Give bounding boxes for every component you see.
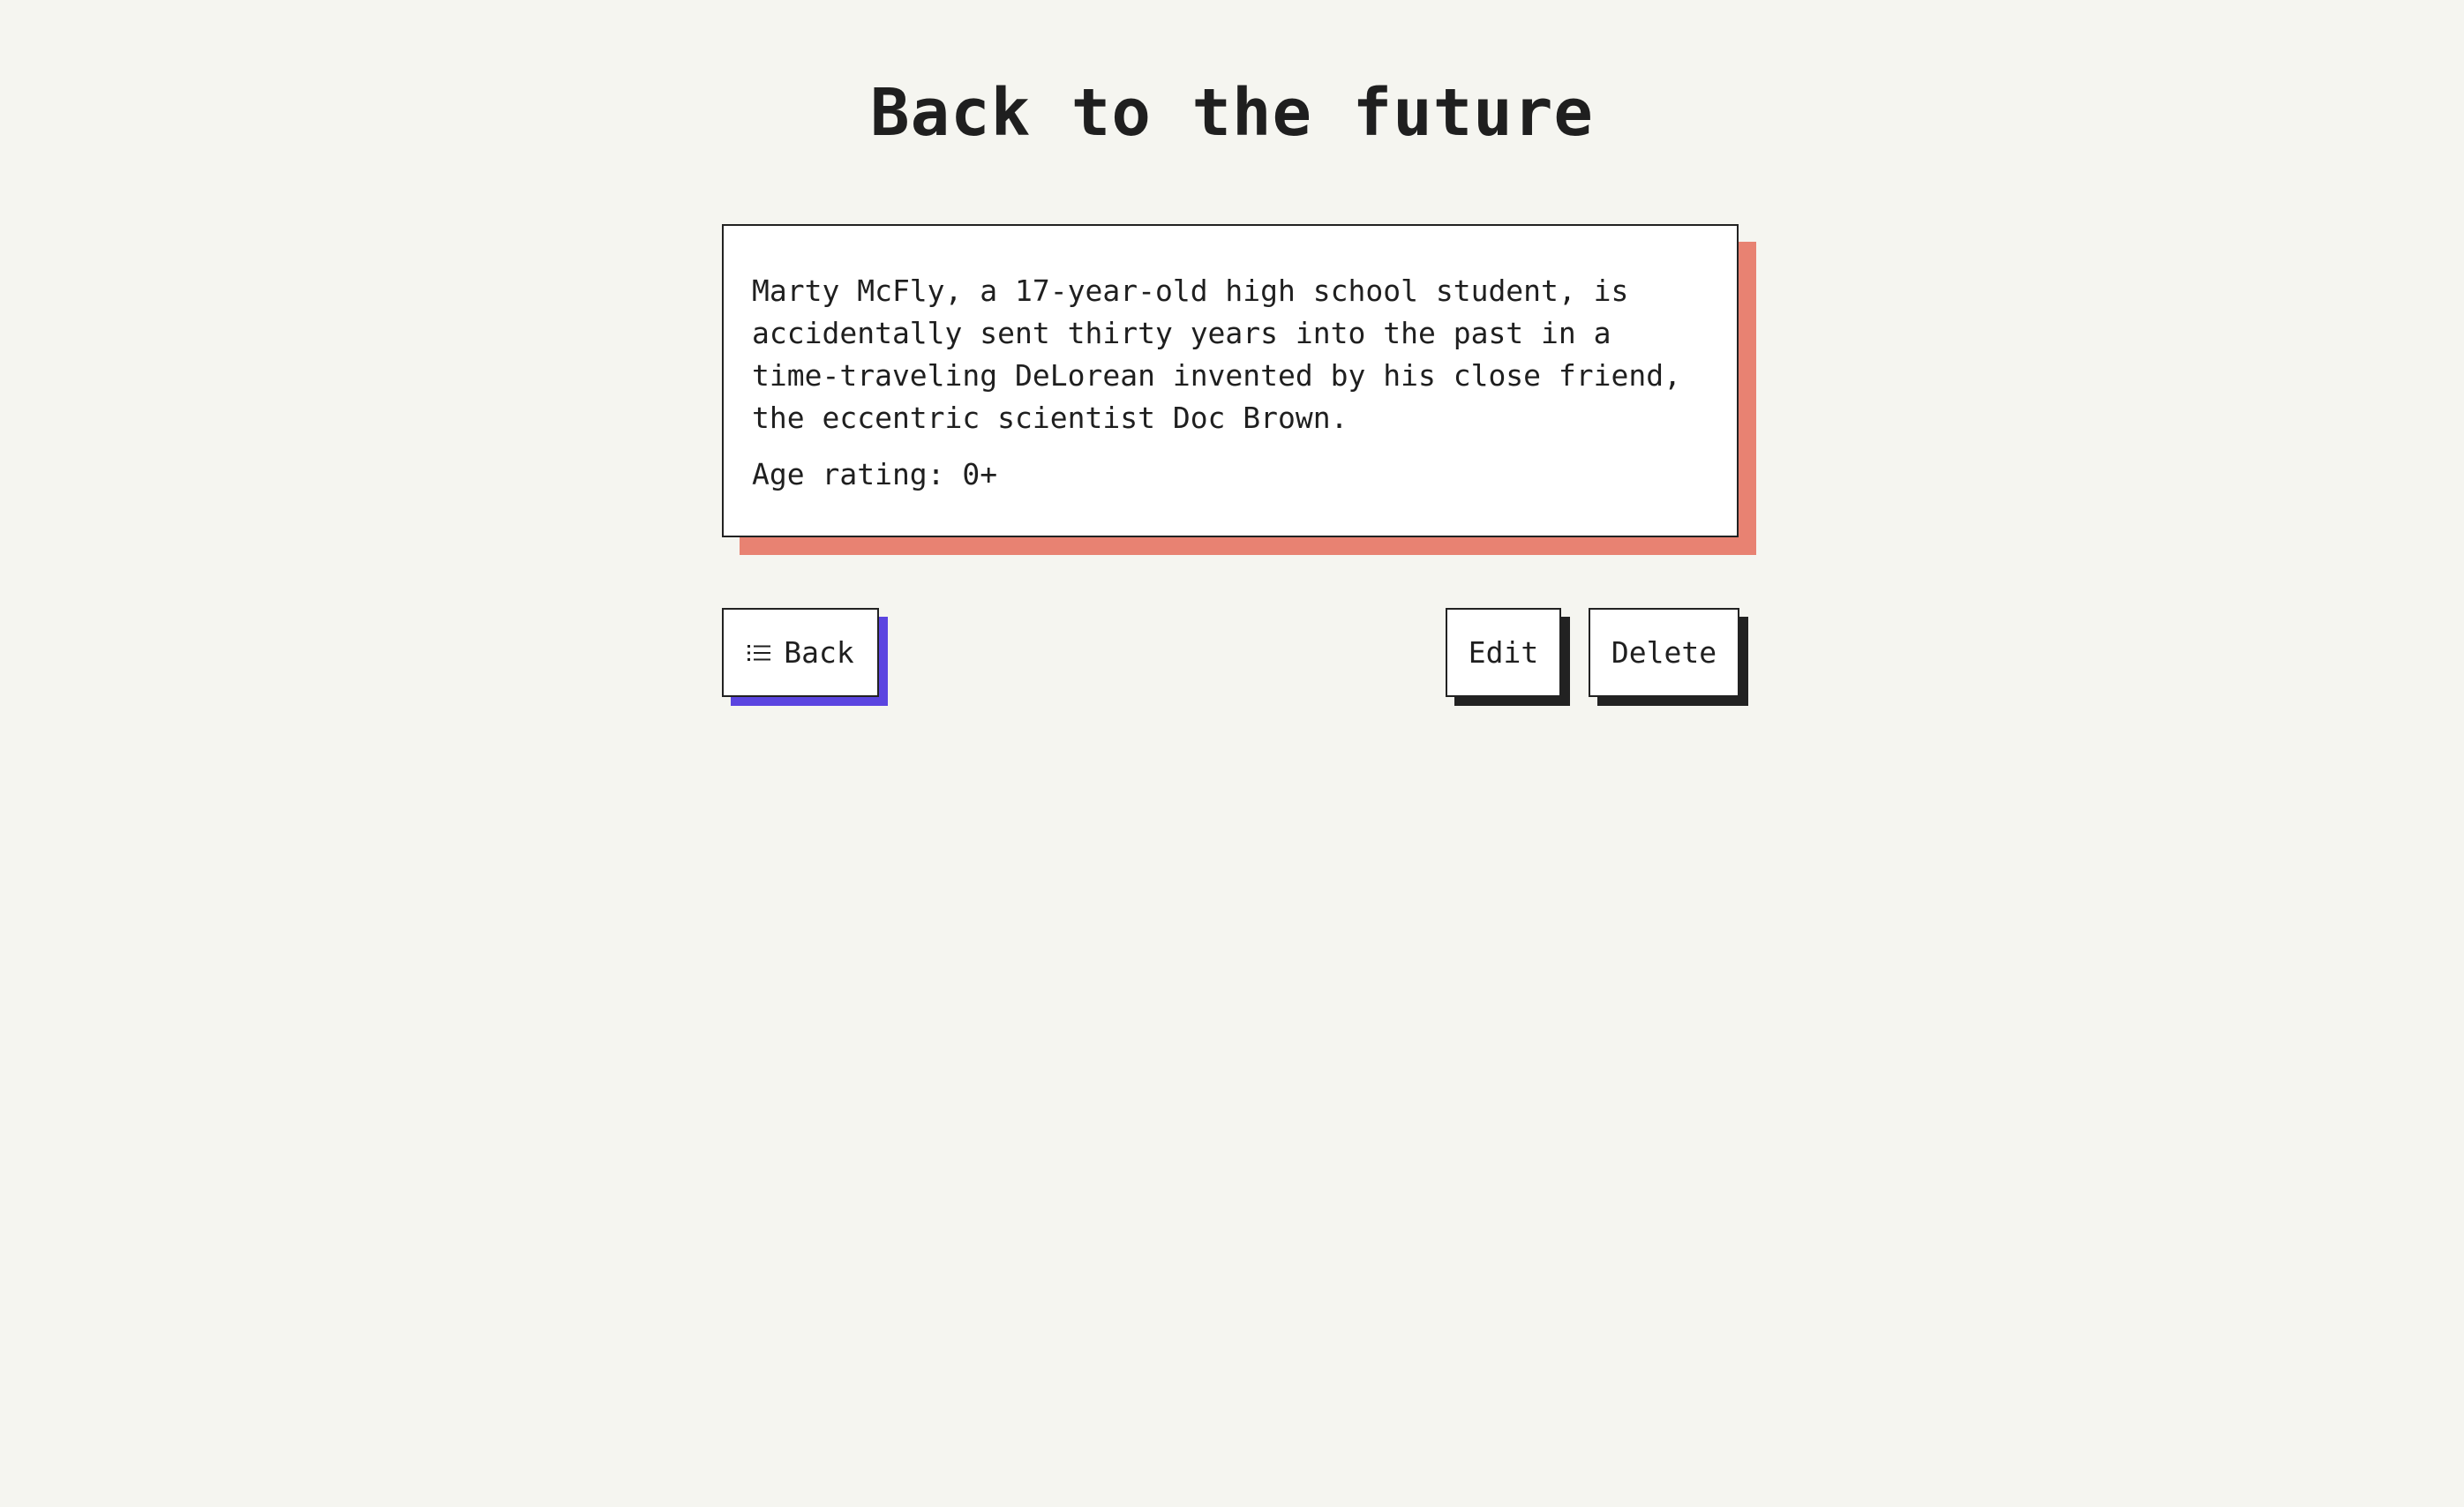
delete-button-wrap: Delete (1589, 608, 1748, 706)
page-title: Back to the future (870, 75, 1594, 151)
age-rating: Age rating: 0+ (752, 457, 998, 491)
movie-description: Marty McFly, a 17-year-old high school s… (752, 274, 1681, 435)
back-button-label: Back (784, 635, 854, 670)
list-icon (747, 642, 771, 664)
edit-button[interactable]: Edit (1446, 608, 1561, 697)
back-button-wrap: Back (722, 608, 888, 706)
back-button[interactable]: Back (722, 608, 879, 697)
delete-button[interactable]: Delete (1589, 608, 1739, 697)
card-body: Marty McFly, a 17-year-old high school s… (722, 224, 1739, 537)
page: Back to the future Marty McFly, a 17-yea… (0, 0, 2464, 1507)
movie-card: Marty McFly, a 17-year-old high school s… (722, 224, 1756, 555)
edit-button-wrap: Edit (1446, 608, 1570, 706)
